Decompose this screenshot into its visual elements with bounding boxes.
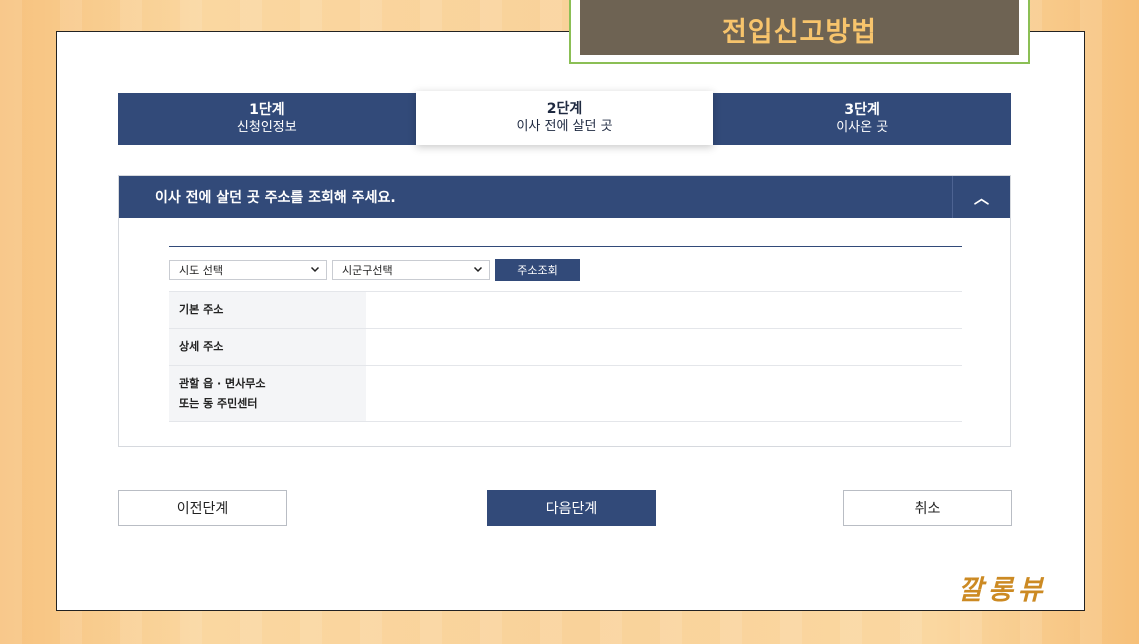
step-1-number: 1단계 (249, 102, 285, 118)
section-divider (169, 246, 962, 247)
community-center-label-line1: 관할 읍 · 면사무소 (179, 376, 266, 390)
detail-address-label-text: 상세 주소 (179, 340, 224, 353)
address-controls: 시도 선택 시군구선택 주소조회 (169, 259, 962, 281)
prev-step-button[interactable]: 이전단계 (118, 490, 287, 526)
panel-body: 시도 선택 시군구선택 주소조회 기본 주소 상세 주소 관할 읍 · 면사무소… (169, 246, 962, 422)
community-center-value (366, 366, 962, 421)
sigungu-select-value: 시군구선택 (342, 264, 393, 277)
sido-select[interactable]: 시도 선택 (169, 260, 327, 280)
panel-header: 이사 전에 살던 곳 주소를 조회해 주세요. ︿ (119, 176, 1010, 218)
base-address-value (366, 292, 962, 328)
detail-address-value (366, 329, 962, 365)
step-2-active: 2단계 이사 전에 살던 곳 (415, 91, 714, 145)
community-center-label: 관할 읍 · 면사무소 또는 동 주민센터 (169, 366, 366, 421)
table-row-community-center: 관할 읍 · 면사무소 또는 동 주민센터 (169, 365, 962, 422)
address-lookup-button[interactable]: 주소조회 (495, 259, 580, 281)
table-row-base-address: 기본 주소 (169, 291, 962, 328)
step-indicator: 1단계 신청인정보 2단계 이사 전에 살던 곳 3단계 이사온 곳 (118, 91, 1012, 145)
detail-address-label: 상세 주소 (169, 329, 366, 365)
step-3-number: 3단계 (844, 102, 880, 118)
cancel-button[interactable]: 취소 (843, 490, 1012, 526)
base-address-label: 기본 주소 (169, 292, 366, 328)
chevron-up-icon: ︿ (973, 188, 989, 207)
sido-select-value: 시도 선택 (179, 264, 223, 277)
collapse-button[interactable]: ︿ (952, 176, 1010, 218)
sigungu-select[interactable]: 시군구선택 (332, 260, 490, 280)
chevron-down-icon (310, 264, 320, 277)
next-step-button[interactable]: 다음단계 (487, 490, 656, 526)
watermark-text: 깔롱뷰 (958, 575, 1048, 606)
banner-title: 전입신고방법 (580, 0, 1019, 55)
step-3: 3단계 이사온 곳 (713, 93, 1012, 145)
community-center-label-line2: 또는 동 주민센터 (179, 396, 258, 410)
step-1-label: 신청인정보 (236, 120, 297, 135)
step-1: 1단계 신청인정보 (118, 93, 416, 145)
panel-heading: 이사 전에 살던 곳 주소를 조회해 주세요. (155, 190, 396, 206)
title-banner: 전입신고방법 (569, 0, 1030, 64)
address-lookup-panel: 이사 전에 살던 곳 주소를 조회해 주세요. ︿ 시도 선택 시군구선택 주소… (118, 175, 1011, 447)
step-3-label: 이사온 곳 (836, 120, 889, 135)
chevron-down-icon (473, 264, 483, 277)
step-2-number: 2단계 (546, 101, 583, 117)
base-address-label-text: 기본 주소 (179, 303, 224, 316)
address-table: 기본 주소 상세 주소 관할 읍 · 면사무소 또는 동 주민센터 (169, 291, 962, 422)
step-2-label: 이사 전에 살던 곳 (516, 119, 613, 134)
table-row-detail-address: 상세 주소 (169, 328, 962, 365)
